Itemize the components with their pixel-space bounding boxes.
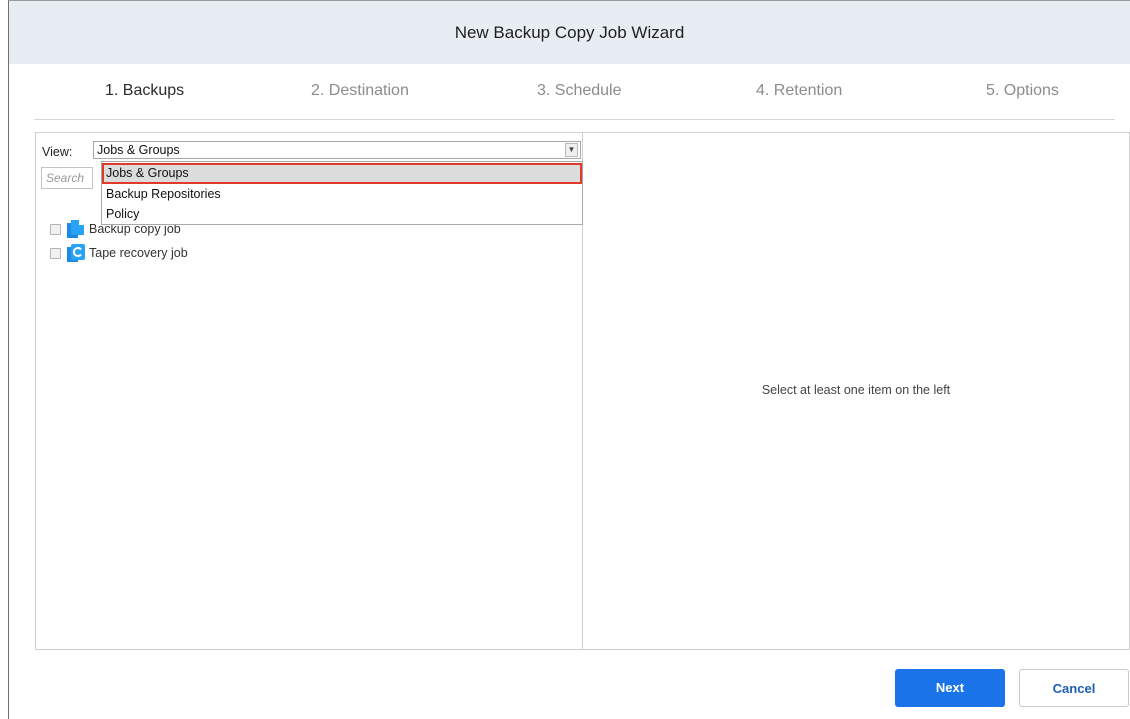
step-schedule[interactable]: 3. Schedule <box>537 82 622 100</box>
view-select-value: Jobs & Groups <box>97 143 180 157</box>
view-select[interactable]: Jobs & Groups ▼ <box>93 141 581 159</box>
step-destination[interactable]: 2. Destination <box>311 82 409 100</box>
search-input[interactable] <box>41 167 93 189</box>
checkbox[interactable] <box>50 223 61 235</box>
view-dropdown-list: Jobs & Groups Backup Repositories Policy <box>101 161 583 225</box>
empty-selection-message: Select at least one item on the left <box>761 383 951 397</box>
step-retention[interactable]: 4. Retention <box>756 82 842 100</box>
wizard-titlebar: New Backup Copy Job Wizard <box>9 1 1130 64</box>
tape-recovery-job-icon <box>66 243 86 263</box>
tree-item-tape-recovery-job[interactable]: Tape recovery job <box>50 241 188 265</box>
step-backups[interactable]: 1. Backups <box>105 82 184 100</box>
backup-copy-job-icon <box>66 219 86 239</box>
step-options[interactable]: 5. Options <box>986 82 1059 100</box>
selection-panel: Select at least one item on the left <box>582 132 1130 650</box>
view-option-jobs-groups[interactable]: Jobs & Groups <box>102 163 582 184</box>
wizard-window: New Backup Copy Job Wizard 1. Backups 2.… <box>8 0 1130 719</box>
view-option-policy[interactable]: Policy <box>102 204 582 225</box>
chevron-down-icon[interactable]: ▼ <box>565 143 578 157</box>
tree-item-label: Tape recovery job <box>89 246 188 260</box>
view-label: View: <box>42 145 73 159</box>
wizard-steps: 1. Backups 2. Destination 3. Schedule 4.… <box>34 64 1115 120</box>
wizard-title: New Backup Copy Job Wizard <box>454 22 685 42</box>
next-button[interactable]: Next <box>895 669 1005 707</box>
checkbox[interactable] <box>50 247 61 259</box>
cancel-button[interactable]: Cancel <box>1019 669 1129 707</box>
view-option-backup-repositories[interactable]: Backup Repositories <box>102 184 582 205</box>
